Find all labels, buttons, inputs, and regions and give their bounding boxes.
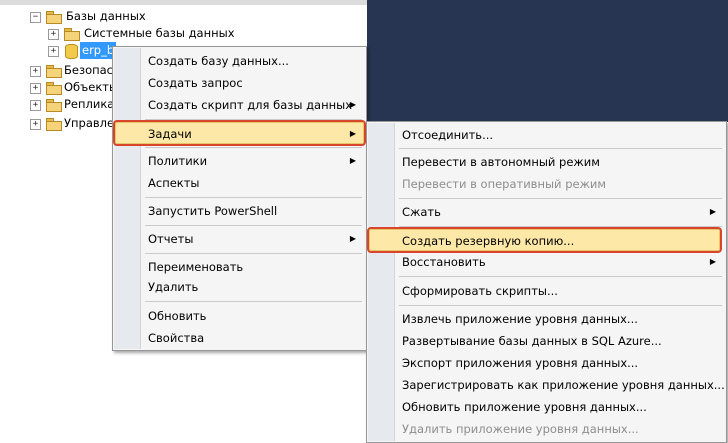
menu-item-delete-data-tier-app: Удалить приложение уровня данных... [369, 418, 724, 440]
submenu-arrow-icon: ▶ [349, 234, 356, 243]
expand-icon[interactable]: + [48, 46, 59, 57]
menu-separator [399, 198, 722, 199]
menu-separator [399, 305, 722, 306]
menu-item-label: Развертывание базы данных в SQL Azure... [402, 334, 662, 348]
menu-item-label: Перевести в автономный режим [402, 155, 600, 169]
menu-separator [399, 148, 722, 149]
menu-item-label: Создать базу данных... [148, 54, 289, 68]
menu-item-label: Зарегистрировать как приложение уровня д… [402, 378, 725, 392]
submenu-arrow-icon: ▶ [709, 257, 716, 266]
menu-separator [145, 301, 362, 302]
menu-item-shrink[interactable]: Сжать ▶ [369, 201, 724, 223]
menu-item-label: Политики [148, 154, 208, 168]
folder-icon [46, 82, 62, 95]
menu-item-generate-scripts[interactable]: Сформировать скрипты... [369, 280, 724, 302]
menu-item-new-database[interactable]: Создать базу данных... [115, 50, 364, 72]
database-icon [65, 44, 78, 59]
tasks-submenu: Отсоединить... Перевести в автономный ре… [366, 121, 727, 443]
menu-item-label: Удалить приложение уровня данных... [402, 422, 639, 436]
menu-item-label: Переименовать [148, 260, 244, 274]
tree-node-databases[interactable]: − Базы данных [30, 8, 330, 25]
folder-icon [46, 99, 62, 112]
tree-node-security[interactable]: + Безопасн [30, 62, 121, 79]
menu-item-upgrade-data-tier-app[interactable]: Обновить приложение уровня данных... [369, 396, 724, 418]
tree-node-label: erp_b [80, 42, 117, 59]
menu-item-label: Удалить [148, 280, 199, 294]
menu-item-tasks[interactable]: Задачи ▶ [113, 120, 366, 146]
expand-icon[interactable]: + [30, 119, 41, 130]
menu-item-label: Сжать [402, 205, 441, 219]
menu-item-register-data-tier-app[interactable]: Зарегистрировать как приложение уровня д… [369, 374, 725, 396]
menu-item-policies[interactable]: Политики ▶ [115, 150, 364, 172]
expand-icon[interactable]: + [30, 100, 41, 111]
menu-item-delete[interactable]: Удалить [115, 276, 364, 298]
menu-item-deploy-to-sql-azure[interactable]: Развертывание базы данных в SQL Azure... [369, 330, 724, 352]
expand-icon[interactable]: + [30, 83, 41, 94]
folder-icon [46, 11, 62, 24]
expand-icon[interactable]: + [48, 29, 59, 40]
tree-node-label: Системные базы данных [84, 26, 235, 40]
menu-separator [145, 197, 362, 198]
menu-item-start-powershell[interactable]: Запустить PowerShell [115, 200, 364, 222]
menu-item-rename[interactable]: Переименовать [115, 256, 364, 278]
tree-node-replication[interactable]: + Реплика [30, 96, 120, 113]
menu-separator [145, 147, 362, 148]
menu-item-reports[interactable]: Отчеты ▶ [115, 228, 364, 250]
menu-separator [145, 253, 362, 254]
menu-item-label: Обновить [148, 309, 207, 323]
menu-item-label: Отчеты [148, 232, 194, 246]
menu-item-properties[interactable]: Свойства [115, 327, 364, 349]
menu-item-bring-online: Перевести в оперативный режим [369, 173, 724, 195]
menu-separator [399, 276, 722, 277]
tree-node-management[interactable]: + Управле [30, 115, 120, 132]
menu-item-label: Создать резервную копию... [402, 234, 575, 248]
menu-item-label: Перевести в оперативный режим [402, 177, 607, 191]
expand-icon[interactable]: + [30, 66, 41, 77]
menu-item-label: Извлечь приложение уровня данных... [402, 312, 638, 326]
menu-item-label: Задачи [148, 127, 192, 141]
tree-node-label: Базы данных [66, 9, 146, 23]
menu-item-take-offline[interactable]: Перевести в автономный режим [369, 151, 724, 173]
menu-item-label: Свойства [148, 331, 205, 345]
tree-node-label: Управле [64, 116, 115, 130]
tree-node-label: Объекты [64, 80, 119, 94]
menu-item-new-query[interactable]: Создать запрос [115, 72, 364, 94]
submenu-arrow-icon: ▶ [349, 156, 356, 165]
background-panel [367, 0, 728, 122]
menu-item-label: Восстановить [402, 255, 486, 269]
menu-item-label: Обновить приложение уровня данных... [402, 400, 647, 414]
menu-separator [145, 119, 362, 120]
menu-item-facets[interactable]: Аспекты [115, 172, 364, 194]
menu-item-label: Запустить PowerShell [148, 204, 278, 218]
menu-item-back-up[interactable]: Создать резервную копию... [367, 227, 722, 253]
menu-item-export-data-tier-app[interactable]: Экспорт приложения уровня данных... [369, 352, 724, 374]
menu-item-label: Сформировать скрипты... [402, 284, 558, 298]
tree-node-system-databases[interactable]: + Системные базы данных [48, 25, 348, 42]
menu-item-refresh[interactable]: Обновить [115, 305, 364, 327]
submenu-arrow-icon: ▶ [349, 100, 356, 109]
menu-separator [145, 225, 362, 226]
folder-icon [46, 118, 62, 131]
menu-item-label: Отсоединить... [402, 128, 494, 142]
folder-icon [64, 28, 80, 41]
menu-item-script-database[interactable]: Создать скрипт для базы данных ▶ [115, 94, 364, 116]
folder-icon [46, 65, 62, 78]
submenu-arrow-icon: ▶ [349, 129, 356, 138]
submenu-arrow-icon: ▶ [709, 207, 716, 216]
menu-separator [399, 226, 722, 227]
menu-item-label: Создать скрипт для базы данных [148, 98, 353, 112]
database-context-menu: Создать базу данных... Создать запрос Со… [112, 46, 367, 351]
menu-item-detach[interactable]: Отсоединить... [369, 124, 724, 146]
tree-node-server-objects[interactable]: + Объекты [30, 79, 120, 96]
menu-item-extract-data-tier-app[interactable]: Извлечь приложение уровня данных... [369, 308, 724, 330]
menu-item-label: Аспекты [148, 176, 200, 190]
collapse-icon[interactable]: − [30, 12, 41, 23]
menu-item-label: Экспорт приложения уровня данных... [402, 356, 639, 370]
menu-item-restore[interactable]: Восстановить ▶ [369, 251, 724, 273]
menu-item-label: Создать запрос [148, 76, 243, 90]
tree-node-label: Реплика [64, 97, 115, 111]
